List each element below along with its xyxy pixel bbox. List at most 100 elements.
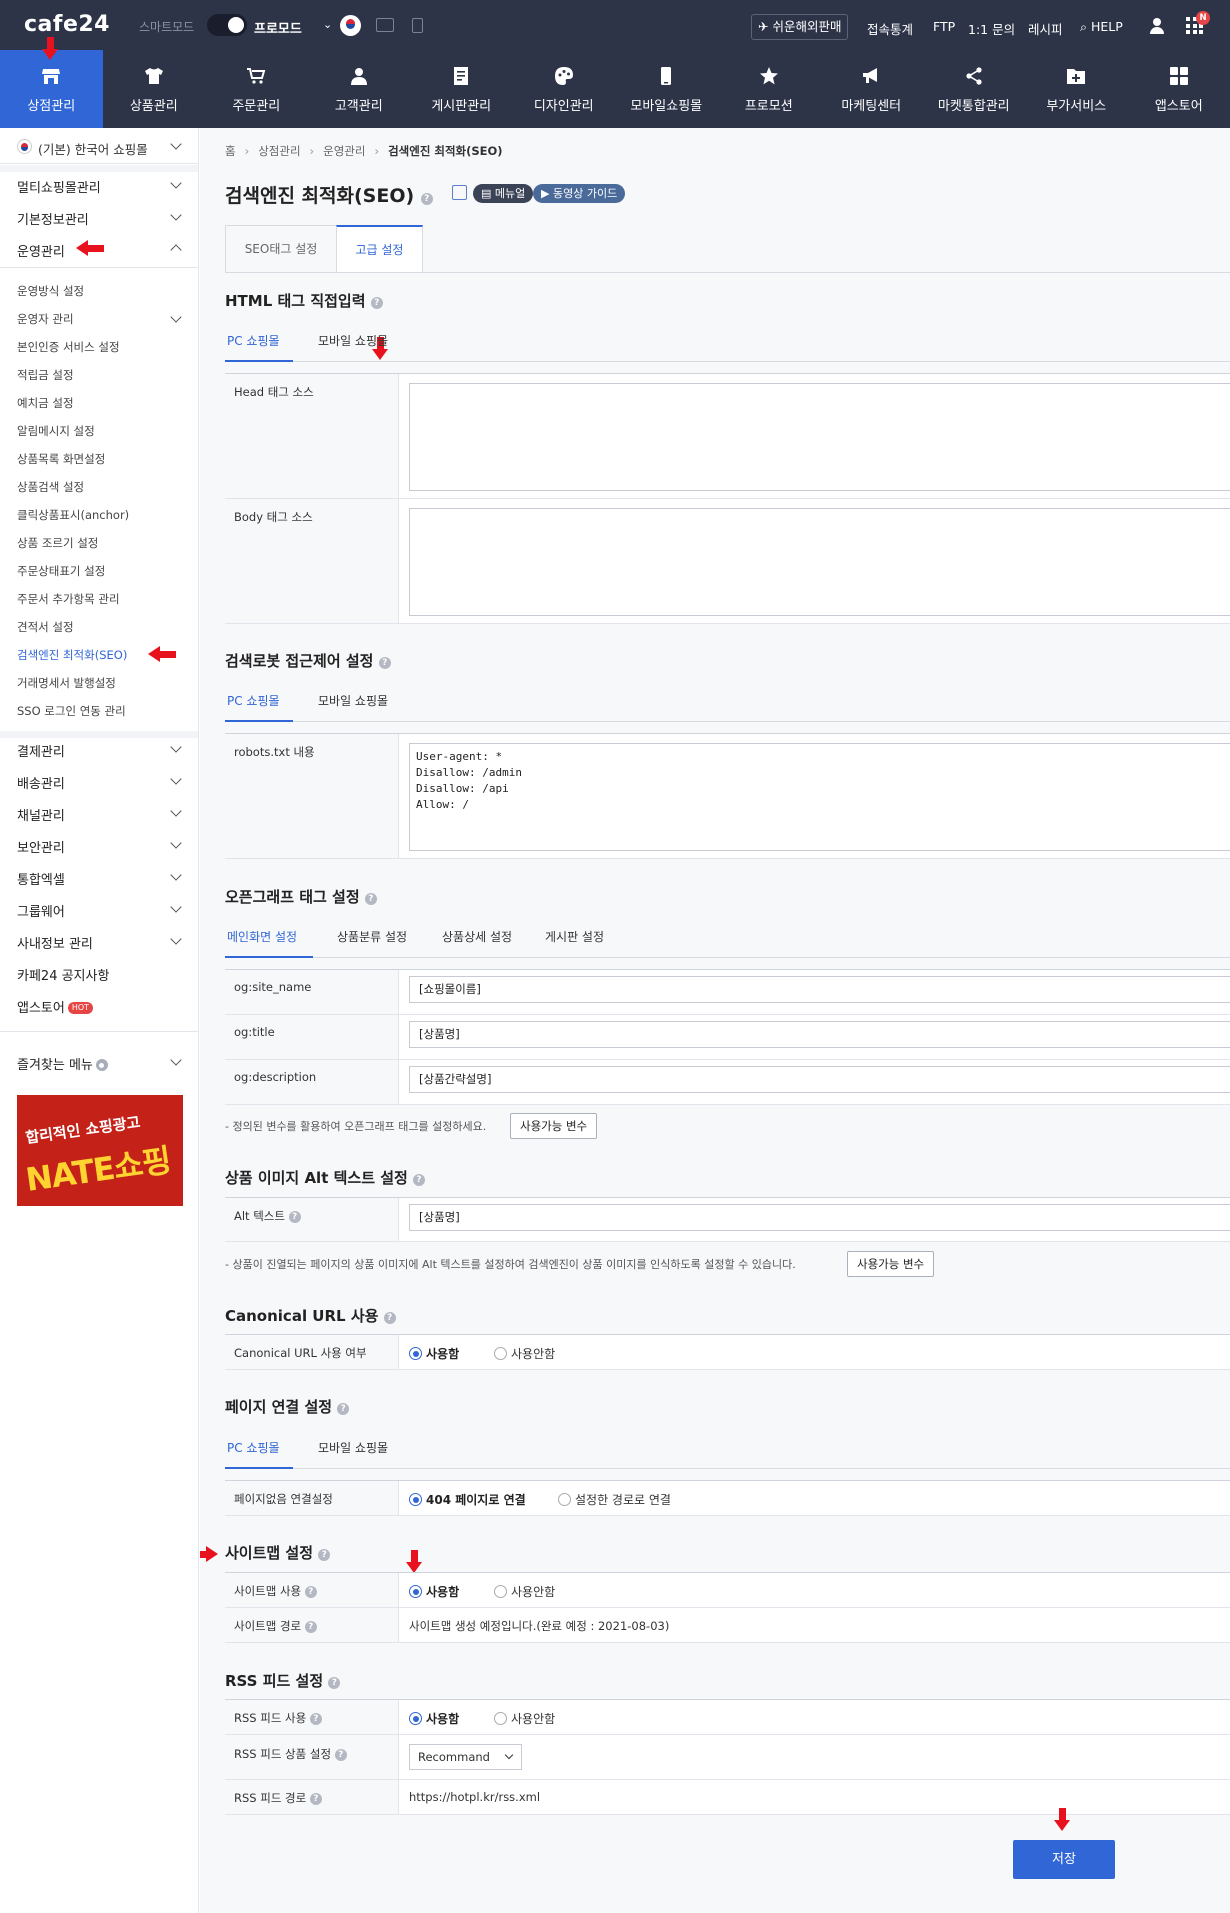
help-icon[interactable]: ? xyxy=(383,1312,396,1324)
body-tag-textarea[interactable] xyxy=(409,508,1230,616)
help-icon[interactable]: ? xyxy=(309,1793,322,1805)
sidebar-item-excel[interactable]: 통합엑셀 xyxy=(17,869,65,888)
nate-shopping-banner[interactable]: 합리적인 쇼핑광고 NATE쇼핑 xyxy=(17,1095,183,1206)
korea-flag-icon[interactable] xyxy=(340,15,361,36)
rss-nouse-radio[interactable]: 사용안함 xyxy=(494,1710,555,1727)
user-icon[interactable] xyxy=(1148,17,1166,35)
subtab-pc[interactable]: PC 쇼핑몰 xyxy=(225,1433,293,1469)
nav-market-integration[interactable]: 마켓통합관리 xyxy=(923,50,1026,128)
sidebar-sub-operator[interactable]: 운영자 관리 xyxy=(17,311,74,327)
sitemap-use-radio[interactable]: 사용함 xyxy=(409,1583,459,1600)
help-icon[interactable]: ? xyxy=(309,1713,322,1725)
sidebar-sub-operation-method[interactable]: 운영방식 설정 xyxy=(17,283,84,299)
breadcrumb-home[interactable]: 홈 xyxy=(225,144,236,158)
sidebar-sub-order-status[interactable]: 주문상태표기 설정 xyxy=(17,563,105,579)
nav-order-management[interactable]: 주문관리 xyxy=(205,50,308,128)
og-title-input[interactable]: [상품명] xyxy=(409,1021,1230,1048)
sidebar-item-notice[interactable]: 카페24 공지사항 xyxy=(17,965,109,984)
inquiry-link[interactable]: 1:1 문의 xyxy=(968,19,1015,38)
cafe24-logo[interactable]: cafe24 xyxy=(24,12,110,37)
gear-icon[interactable] xyxy=(95,1059,108,1071)
breadcrumb-store[interactable]: 상점관리 xyxy=(258,144,300,158)
subtab-pc[interactable]: PC 쇼핑몰 xyxy=(225,326,293,362)
nav-product-management[interactable]: 상품관리 xyxy=(103,50,206,128)
help-icon[interactable]: ? xyxy=(318,1549,331,1561)
nav-design-management[interactable]: 디자인관리 xyxy=(513,50,616,128)
og-description-input[interactable]: [상품간략설명] xyxy=(409,1066,1230,1093)
sidebar-item-payment[interactable]: 결제관리 xyxy=(17,741,65,760)
sidebar-sub-product-search[interactable]: 상품검색 설정 xyxy=(17,479,84,495)
mobile-device-icon[interactable] xyxy=(412,18,423,33)
help-icon[interactable]: ? xyxy=(378,657,391,669)
help-icon[interactable]: ? xyxy=(413,1174,426,1186)
nav-promotion[interactable]: 프로모션 xyxy=(718,50,821,128)
robots-textarea[interactable]: User-agent: * Disallow: /admin Disallow:… xyxy=(409,743,1230,851)
canonical-nouse-radio[interactable]: 사용안함 xyxy=(494,1345,555,1362)
help-icon[interactable]: ? xyxy=(288,1211,301,1223)
alt-variables-button[interactable]: 사용가능 변수 xyxy=(847,1251,935,1277)
pro-mode-label[interactable]: 프로모드 xyxy=(254,18,302,37)
sidebar-item-basic-info[interactable]: 기본정보관리 xyxy=(17,209,89,228)
subtab-product-detail[interactable]: 상품상세 설정 xyxy=(442,922,512,958)
pagelink-404-radio[interactable]: 404 페이지로 연결 xyxy=(409,1491,526,1508)
og-site-name-input[interactable]: [쇼핑몰이름] xyxy=(409,976,1230,1003)
help-icon[interactable]: ? xyxy=(337,1403,350,1415)
alt-text-input[interactable]: [상품명] xyxy=(409,1204,1230,1231)
sidebar-item-security[interactable]: 보안관리 xyxy=(17,837,65,856)
recipe-link[interactable]: 레시피 xyxy=(1028,19,1063,38)
sidebar-item-appstore[interactable]: 앱스토어 HOT xyxy=(17,997,94,1016)
og-variables-button[interactable]: 사용가능 변수 xyxy=(510,1113,598,1139)
canonical-use-radio[interactable]: 사용함 xyxy=(409,1345,459,1362)
sitemap-nouse-radio[interactable]: 사용안함 xyxy=(494,1583,555,1600)
store-shortcut-icon[interactable] xyxy=(452,185,467,200)
sidebar-sub-product-request[interactable]: 상품 조르기 설정 xyxy=(17,535,98,551)
rss-use-radio[interactable]: 사용함 xyxy=(409,1710,459,1727)
ftp-link[interactable]: FTP xyxy=(933,19,955,34)
help-icon[interactable]: ? xyxy=(334,1749,347,1761)
manual-pill[interactable]: ▤ 메뉴얼 xyxy=(473,184,534,203)
nav-board-management[interactable]: 게시판관리 xyxy=(410,50,513,128)
sidebar-item-multishop[interactable]: 멀티쇼핑몰관리 xyxy=(17,177,101,196)
help-link[interactable]: ⌕ HELP xyxy=(1080,19,1123,35)
mode-toggle[interactable] xyxy=(207,14,247,36)
help-icon[interactable]: ? xyxy=(304,1586,317,1598)
pagelink-custom-radio[interactable]: 설정한 경로로 연결 xyxy=(558,1491,671,1508)
subtab-pc[interactable]: PC 쇼핑몰 xyxy=(225,686,293,722)
sidebar-sub-identity-verification[interactable]: 본인인증 서비스 설정 xyxy=(17,339,120,355)
help-icon[interactable]: ? xyxy=(364,893,377,905)
sidebar-sub-click-product[interactable]: 클릭상품표시(anchor) xyxy=(17,507,129,523)
help-icon[interactable]: ? xyxy=(328,1677,341,1689)
save-button[interactable]: 저장 xyxy=(1013,1840,1115,1879)
nav-mobile-shop[interactable]: 모바일쇼핑몰 xyxy=(615,50,718,128)
nav-additional-services[interactable]: 부가서비스 xyxy=(1025,50,1128,128)
head-tag-textarea[interactable] xyxy=(409,383,1230,491)
help-icon[interactable]: ? xyxy=(370,297,383,309)
subtab-category[interactable]: 상품분류 설정 xyxy=(337,922,407,958)
favorites-menu[interactable]: 즐겨찾는 메뉴 xyxy=(17,1054,108,1073)
tab-advanced[interactable]: 고급 설정 xyxy=(336,225,423,273)
sidebar-sub-product-list[interactable]: 상품목록 화면설정 xyxy=(17,451,105,467)
stats-link[interactable]: 접속통계 xyxy=(867,19,913,38)
sidebar-sub-notification[interactable]: 알림메시지 설정 xyxy=(17,423,95,439)
nav-marketing-center[interactable]: 마케팅센터 xyxy=(820,50,923,128)
help-icon[interactable]: ? xyxy=(304,1621,317,1633)
desktop-icon[interactable] xyxy=(376,18,394,32)
sidebar-item-operation[interactable]: 운영관리 xyxy=(17,241,65,260)
sidebar-sub-points[interactable]: 적립금 설정 xyxy=(17,367,74,383)
sidebar-sub-order-form[interactable]: 주문서 추가항목 관리 xyxy=(17,591,120,607)
subtab-board[interactable]: 게시판 설정 xyxy=(545,922,604,958)
sidebar-item-channel[interactable]: 채널관리 xyxy=(17,805,65,824)
tab-seo-tag[interactable]: SEO태그 설정 xyxy=(225,225,337,273)
sidebar-sub-statement[interactable]: 거래명세서 발행설정 xyxy=(17,675,116,691)
quick-overseas-sale-button[interactable]: ✈ 쉬운해외판매 xyxy=(751,14,849,40)
sidebar-sub-seo[interactable]: 검색엔진 최적화(SEO) xyxy=(17,647,127,663)
subtab-mobile[interactable]: 모바일 쇼핑몰 xyxy=(318,326,388,362)
subtab-mobile[interactable]: 모바일 쇼핑몰 xyxy=(318,1433,388,1469)
sidebar-sub-deposit[interactable]: 예치금 설정 xyxy=(17,395,74,411)
subtab-main[interactable]: 메인화면 설정 xyxy=(225,922,313,958)
nav-store-management[interactable]: 상점관리 xyxy=(0,50,103,128)
smart-mode-label[interactable]: 스마트모드 xyxy=(139,18,194,35)
sidebar-item-internal-info[interactable]: 사내정보 관리 xyxy=(17,933,93,952)
breadcrumb-operation[interactable]: 운영관리 xyxy=(323,144,365,158)
sidebar-sub-estimate[interactable]: 견적서 설정 xyxy=(17,619,74,635)
